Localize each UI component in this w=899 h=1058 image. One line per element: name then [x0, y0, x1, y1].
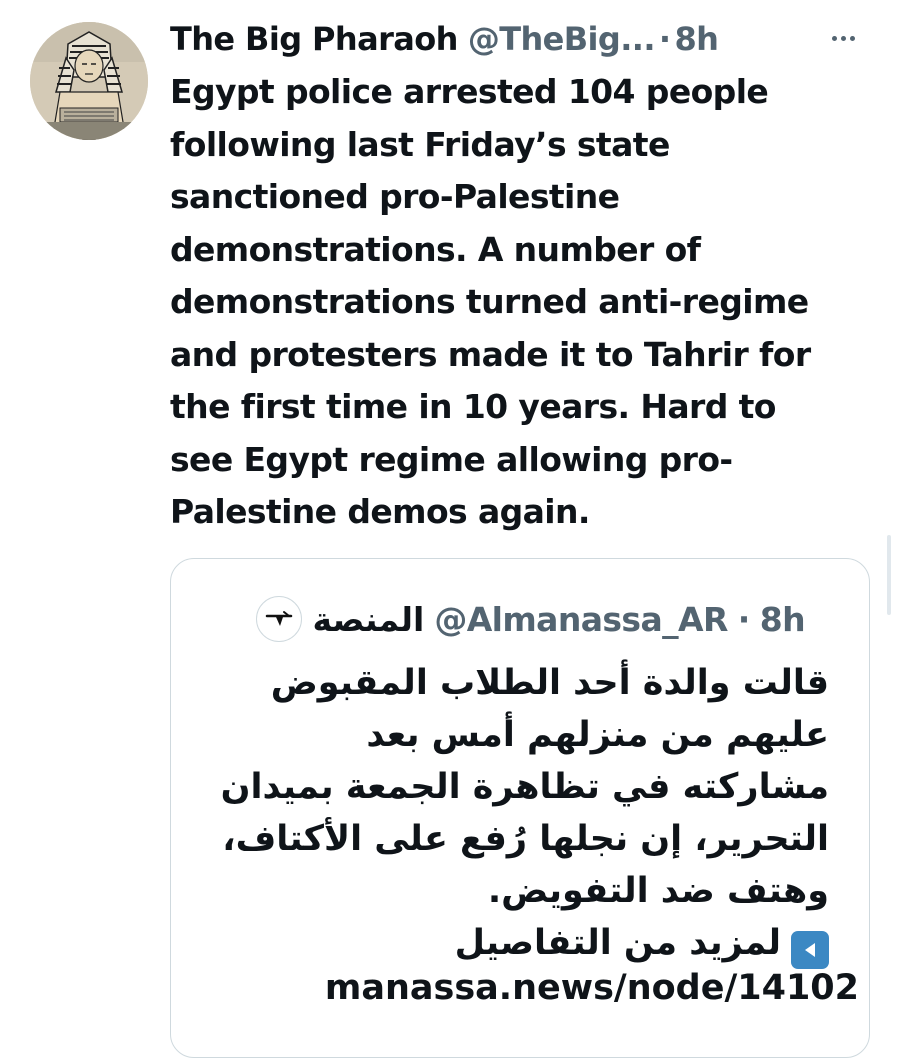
header-separator: ·: [658, 20, 671, 58]
quoted-author-avatar[interactable]: [256, 596, 303, 642]
left-arrow-button-icon: [791, 931, 829, 969]
author-handle[interactable]: @TheBig...: [468, 20, 656, 58]
more-horizontal-icon: [831, 35, 837, 41]
quoted-author-name[interactable]: المنصة: [312, 600, 424, 639]
quoted-tweet-text: قالت والدة أحد الطلاب المقبوض عليهم من م…: [189, 657, 829, 969]
more-details-label: لمزيد من التفاصيل: [454, 923, 781, 963]
more-options-button[interactable]: [825, 20, 861, 56]
quoted-author-handle[interactable]: @Almanassa_AR: [434, 600, 728, 639]
more-horizontal-icon: [840, 35, 846, 41]
quoted-tweet-timestamp[interactable]: 8h: [760, 600, 806, 639]
tweet-text: Egypt police arrested 104 people followi…: [170, 72, 811, 531]
quoted-header-separator: ·: [737, 599, 751, 639]
tweet-timestamp[interactable]: 8h: [674, 20, 718, 58]
scrollbar-thumb[interactable]: [887, 535, 891, 615]
tweet-header: The Big Pharaoh @TheBig... · 8h: [170, 14, 869, 64]
author-name[interactable]: The Big Pharaoh: [170, 20, 458, 58]
quoted-tweet-link[interactable]: manassa.news/node/14102: [325, 968, 859, 1008]
quoted-tweet-body: قالت والدة أحد الطلاب المقبوض عليهم من م…: [220, 663, 829, 911]
author-avatar[interactable]: [30, 22, 148, 140]
more-horizontal-icon: [849, 35, 855, 41]
almanassa-logo-icon: [266, 611, 293, 626]
quoted-tweet-header: المنصة @Almanassa_AR · 8h: [256, 591, 806, 647]
pharaoh-avatar-image: [30, 22, 148, 140]
